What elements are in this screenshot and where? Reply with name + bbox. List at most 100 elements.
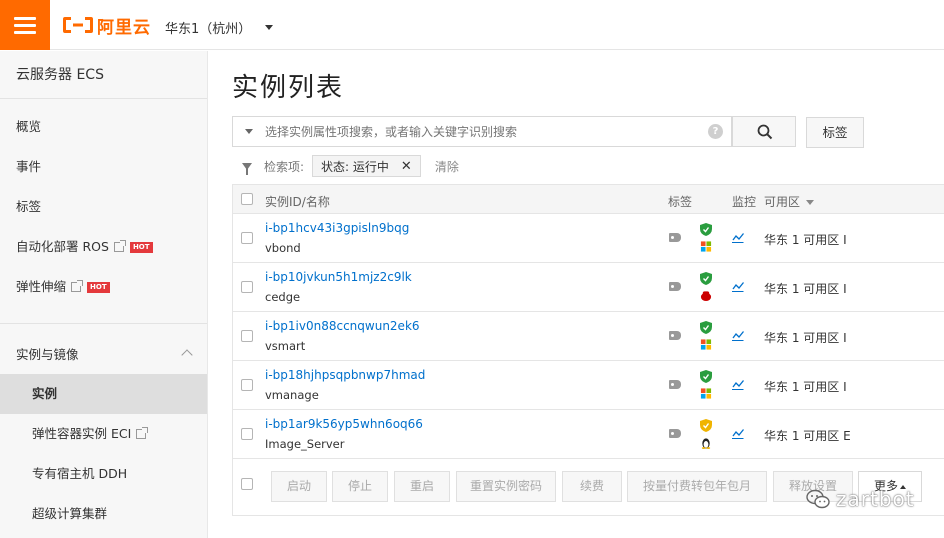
sidebar-item-overview[interactable]: 概览 bbox=[0, 107, 207, 147]
search-bar: ? bbox=[232, 116, 732, 147]
instance-id-link[interactable]: i-bp1ar9k56yp5whn6oq66 bbox=[265, 417, 423, 431]
sidebar-item-label: 概览 bbox=[16, 119, 42, 134]
sort-caret-icon bbox=[806, 200, 815, 205]
tag-icon[interactable] bbox=[669, 331, 681, 340]
filter-chip-label: 状态: 运行中 bbox=[321, 159, 389, 174]
stop-button[interactable]: 停止 bbox=[332, 471, 388, 502]
zone-label: 华东 1 可用区 E bbox=[764, 429, 851, 443]
external-link-icon bbox=[136, 427, 149, 439]
row-checkbox[interactable] bbox=[241, 281, 253, 293]
select-all-checkbox[interactable] bbox=[241, 193, 253, 205]
tag-icon[interactable] bbox=[669, 380, 681, 389]
search-dropdown-caret-icon[interactable] bbox=[245, 129, 253, 134]
redhat-os-icon bbox=[700, 291, 712, 302]
table-row: i-bp1hcv43i3gpisln9bqg vbond 华东 1 可用区 I bbox=[233, 214, 944, 263]
windows-os-icon bbox=[700, 388, 712, 399]
table-row: i-bp18hjhpsqpbnwp7hmad vmanage 华东 1 可用区 I bbox=[233, 361, 944, 410]
monitor-chart-icon[interactable] bbox=[732, 231, 744, 243]
zone-label: 华东 1 可用区 I bbox=[764, 331, 847, 345]
instance-id-link[interactable]: i-bp1hcv43i3gpisln9bqg bbox=[265, 221, 409, 235]
column-header-id-name: 实例ID/名称 bbox=[265, 195, 330, 209]
row-checkbox[interactable] bbox=[241, 379, 253, 391]
sidebar: 云服务器 ECS 概览 事件 标签 自动化部署 ROS HOT 弹性伸缩 HOT… bbox=[0, 51, 208, 538]
sidebar-title: 云服务器 ECS bbox=[0, 51, 207, 99]
close-icon[interactable]: ✕ bbox=[401, 159, 412, 174]
sidebar-item-label: 事件 bbox=[16, 159, 42, 174]
zone-label: 华东 1 可用区 I bbox=[764, 380, 847, 394]
watermark-text: zartbot bbox=[836, 487, 915, 511]
external-link-icon bbox=[71, 280, 84, 292]
column-header-monitor: 监控 bbox=[732, 195, 757, 209]
windows-os-icon bbox=[700, 241, 712, 252]
monitor-chart-icon[interactable] bbox=[732, 329, 744, 341]
sidebar-item-label: 超级计算集群 bbox=[32, 506, 108, 521]
select-all-checkbox-footer[interactable] bbox=[241, 478, 253, 490]
sidebar-item-ros[interactable]: 自动化部署 ROS HOT bbox=[0, 227, 207, 267]
hamburger-menu-button[interactable] bbox=[0, 0, 50, 50]
wechat-icon bbox=[806, 489, 830, 509]
hot-badge: HOT bbox=[129, 241, 153, 253]
help-icon[interactable]: ? bbox=[708, 124, 723, 139]
search-input[interactable] bbox=[265, 124, 705, 139]
table-row: i-bp1ar9k56yp5whn6oq66 Image_Server 华东 1 可… bbox=[233, 410, 944, 459]
monitor-chart-icon[interactable] bbox=[732, 280, 744, 292]
column-header-zone[interactable]: 可用区 bbox=[764, 193, 815, 210]
security-shield-icon bbox=[700, 223, 712, 236]
row-checkbox[interactable] bbox=[241, 330, 253, 342]
row-checkbox[interactable] bbox=[241, 232, 253, 244]
sidebar-item-label: 标签 bbox=[16, 199, 42, 214]
instance-name: vmanage bbox=[265, 388, 319, 402]
aliyun-logo-icon bbox=[63, 17, 93, 33]
instance-id-link[interactable]: i-bp1iv0n88ccnqwun2ek6 bbox=[265, 319, 420, 333]
search-button[interactable] bbox=[732, 116, 796, 147]
sidebar-item-instances[interactable]: 实例 bbox=[0, 374, 207, 414]
chevron-up-icon bbox=[181, 349, 193, 361]
restart-button[interactable]: 重启 bbox=[394, 471, 450, 502]
reset-password-button[interactable]: 重置实例密码 bbox=[456, 471, 556, 502]
security-shield-icon bbox=[700, 321, 712, 334]
instance-id-link[interactable]: i-bp10jvkun5h1mjz2c9lk bbox=[265, 270, 412, 284]
hot-badge: HOT bbox=[87, 281, 110, 293]
sidebar-item-label: 自动化部署 ROS bbox=[16, 239, 109, 254]
sidebar-item-eci[interactable]: 弹性容器实例 ECI bbox=[0, 414, 207, 454]
sidebar-item-tags[interactable]: 标签 bbox=[0, 187, 207, 227]
sidebar-item-supercomputing[interactable]: 超级计算集群 bbox=[0, 494, 207, 534]
tag-button[interactable]: 标签 bbox=[806, 117, 864, 148]
top-bar: 阿里云 华东1（杭州） bbox=[0, 0, 944, 50]
page-title: 实例列表 bbox=[232, 73, 345, 103]
monitor-chart-icon[interactable] bbox=[732, 378, 744, 390]
filter-row: 检索项: 状态: 运行中 ✕ 清除 bbox=[232, 155, 459, 177]
table-header: 实例ID/名称 标签 监控 可用区 bbox=[233, 184, 944, 214]
aliyun-logo[interactable]: 阿里云 bbox=[62, 14, 151, 38]
linux-os-icon bbox=[701, 438, 711, 449]
renew-button[interactable]: 续费 bbox=[562, 471, 622, 502]
security-shield-icon bbox=[700, 419, 712, 432]
windows-os-icon bbox=[700, 339, 712, 350]
sidebar-item-autoscaling[interactable]: 弹性伸缩 HOT bbox=[0, 267, 207, 307]
start-button[interactable]: 启动 bbox=[271, 471, 327, 502]
sidebar-group-instances-images[interactable]: 实例与镜像 bbox=[0, 332, 207, 374]
row-checkbox[interactable] bbox=[241, 428, 253, 440]
table-row: i-bp10jvkun5h1mjz2c9lk cedge 华东 1 可用区 I bbox=[233, 263, 944, 312]
convert-billing-button[interactable]: 按量付费转包年包月 bbox=[627, 471, 767, 502]
zone-label: 华东 1 可用区 I bbox=[764, 282, 847, 296]
region-selector[interactable]: 华东1（杭州） bbox=[165, 18, 274, 37]
security-shield-icon bbox=[700, 272, 712, 285]
instance-id-link[interactable]: i-bp18hjhpsqpbnwp7hmad bbox=[265, 368, 425, 382]
clear-filters-link[interactable]: 清除 bbox=[435, 158, 459, 175]
instance-name: cedge bbox=[265, 290, 301, 304]
sidebar-item-label: 专有宿主机 DDH bbox=[32, 466, 128, 481]
tag-icon[interactable] bbox=[669, 429, 681, 438]
tag-icon[interactable] bbox=[669, 233, 681, 242]
tag-icon[interactable] bbox=[669, 282, 681, 291]
sidebar-item-ddh[interactable]: 专有宿主机 DDH bbox=[0, 454, 207, 494]
column-header-zone-label: 可用区 bbox=[764, 195, 801, 209]
monitor-chart-icon[interactable] bbox=[732, 427, 744, 439]
column-header-tags: 标签 bbox=[668, 195, 693, 209]
instance-name: Image_Server bbox=[265, 437, 345, 451]
watermark: zartbot bbox=[806, 487, 915, 511]
sidebar-item-events[interactable]: 事件 bbox=[0, 147, 207, 187]
sidebar-item-label: 弹性容器实例 ECI bbox=[32, 426, 132, 441]
instance-name: vbond bbox=[265, 241, 301, 255]
search-icon bbox=[757, 124, 773, 140]
